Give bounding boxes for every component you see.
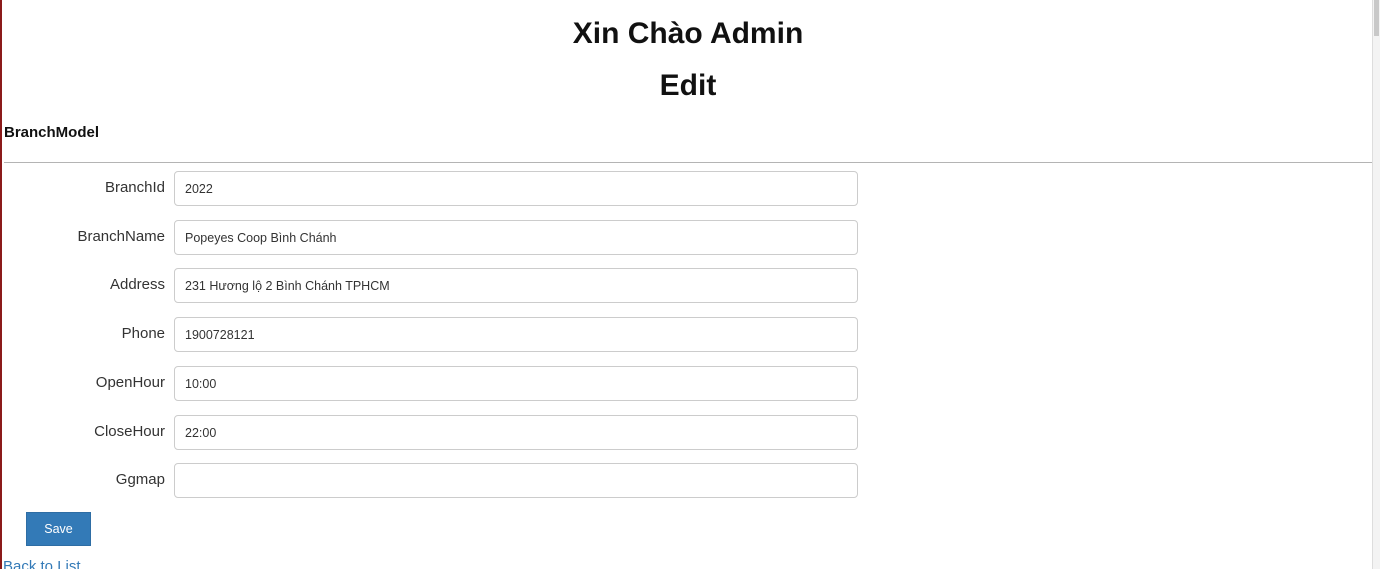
form-row-address: Address bbox=[0, 268, 870, 303]
phone-label: Phone bbox=[121, 325, 165, 342]
page: Xin Chào Admin Edit BranchModel BranchId… bbox=[0, 0, 1380, 569]
branchname-input[interactable] bbox=[174, 220, 858, 255]
form-row-branchid: BranchId bbox=[0, 171, 870, 206]
section-title: BranchModel bbox=[4, 124, 100, 141]
address-label: Address bbox=[109, 276, 165, 293]
openhour-input[interactable] bbox=[174, 366, 858, 401]
phone-input[interactable] bbox=[174, 317, 858, 352]
form-row-branchname: BranchName bbox=[0, 220, 870, 255]
branchid-label: BranchId bbox=[104, 179, 165, 196]
form-row-phone: Phone bbox=[0, 317, 870, 352]
closehour-input[interactable] bbox=[174, 415, 858, 450]
scrollbar-thumb[interactable] bbox=[1374, 0, 1379, 36]
greeting-heading: Xin Chào Admin bbox=[572, 17, 804, 50]
branchid-input[interactable] bbox=[174, 171, 858, 206]
back-to-list-link[interactable]: Back to List bbox=[3, 558, 81, 569]
save-button[interactable]: Save bbox=[26, 512, 91, 546]
section-divider bbox=[4, 162, 1372, 163]
form-row-closehour: CloseHour bbox=[0, 415, 870, 450]
ggmap-label: Ggmap bbox=[115, 471, 165, 488]
closehour-label: CloseHour bbox=[94, 423, 165, 440]
branchname-label: BranchName bbox=[77, 228, 165, 245]
address-input[interactable] bbox=[174, 268, 858, 303]
form-row-ggmap: Ggmap bbox=[0, 463, 870, 498]
page-title: Edit bbox=[659, 69, 717, 102]
ggmap-input[interactable] bbox=[174, 463, 858, 498]
scrollbar[interactable] bbox=[1372, 0, 1380, 569]
form-row-openhour: OpenHour bbox=[0, 366, 870, 401]
openhour-label: OpenHour bbox=[95, 374, 165, 391]
